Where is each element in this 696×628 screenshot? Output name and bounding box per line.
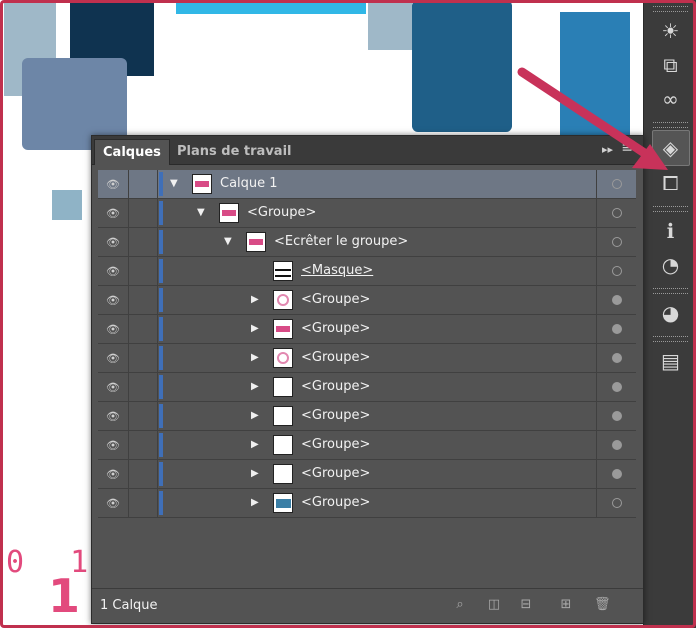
red-arrow-annotation (517, 67, 668, 170)
